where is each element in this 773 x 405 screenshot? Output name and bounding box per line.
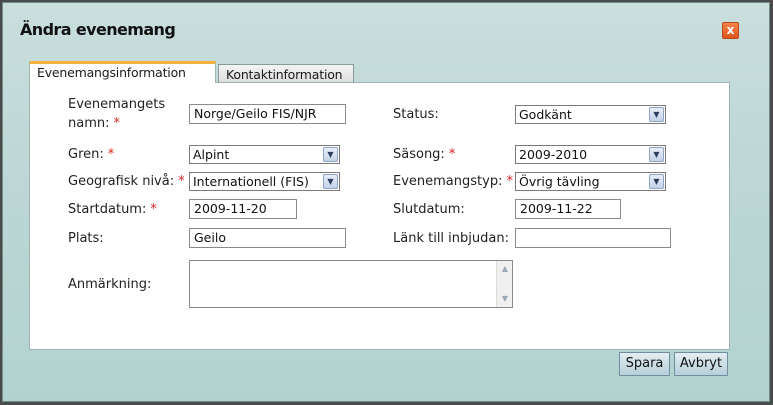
required-marker: * (448, 147, 456, 162)
textarea-scrollbar[interactable]: ▲ ▼ (496, 261, 512, 307)
chevron-down-icon: ▼ (649, 107, 664, 122)
sasong-select[interactable]: 2009-2010 ▼ (515, 145, 666, 164)
save-button[interactable]: Spara (619, 352, 670, 376)
sasong-label: Säsong: * (393, 145, 455, 164)
chevron-down-icon: ▼ (323, 174, 338, 189)
event-type-select[interactable]: Övrig tävling ▼ (515, 172, 666, 191)
required-marker: * (113, 116, 121, 131)
slutdatum-label: Slutdatum: (393, 202, 465, 217)
name-label-line1: Evenemangets (68, 97, 166, 112)
required-marker: * (506, 174, 513, 189)
status-select[interactable]: Godkänt ▼ (515, 105, 666, 124)
chevron-down-icon: ▼ (649, 147, 664, 162)
gren-label-text: Gren: (68, 147, 104, 162)
event-name-input[interactable]: Norge/Geilo FIS/NJR (189, 104, 346, 124)
chevron-down-icon: ▼ (323, 147, 338, 162)
sasong-label-text: Säsong: (393, 147, 445, 162)
start-date-input[interactable]: 2009-11-20 (189, 199, 297, 219)
status-label: Status: (393, 107, 439, 122)
gren-label: Gren: * (68, 145, 114, 164)
invitation-link-input[interactable] (515, 228, 671, 248)
anmarkning-label: Anmärkning: (68, 277, 152, 292)
scroll-down-icon[interactable]: ▼ (498, 292, 512, 306)
geo-value: Internationell (FIS) (193, 174, 309, 189)
startdatum-label: Startdatum: * (68, 200, 157, 219)
sasong-value: 2009-2010 (519, 147, 588, 162)
geo-label-text: Geografisk nivå: (68, 174, 175, 189)
status-value: Godkänt (519, 107, 572, 122)
chevron-down-icon: ▼ (649, 174, 664, 189)
form-content: Evenemangets namn: * Norge/Geilo FIS/NJR … (0, 0, 773, 405)
gren-select[interactable]: Alpint ▼ (189, 145, 340, 164)
plats-label: Plats: (68, 231, 104, 246)
required-marker: * (107, 147, 115, 162)
name-label-line2: namn: (68, 116, 110, 131)
typ-label: Evenemangstyp: * (393, 172, 513, 191)
gren-value: Alpint (193, 147, 230, 162)
geo-label: Geografisk nivå: * (68, 172, 185, 191)
geo-level-select[interactable]: Internationell (FIS) ▼ (189, 172, 340, 191)
name-label: Evenemangets namn: * (68, 95, 165, 133)
end-date-input[interactable]: 2009-11-22 (515, 199, 621, 219)
place-input[interactable]: Geilo (189, 228, 346, 248)
typ-label-text: Evenemangstyp: (393, 174, 503, 189)
startdatum-label-text: Startdatum: (68, 202, 147, 217)
remark-textarea[interactable]: ▲ ▼ (189, 260, 513, 308)
scroll-up-icon[interactable]: ▲ (498, 262, 512, 276)
typ-value: Övrig tävling (519, 174, 600, 189)
lank-label: Länk till inbjudan: (393, 231, 509, 246)
required-marker: * (150, 202, 157, 217)
required-marker: * (178, 174, 185, 189)
cancel-button[interactable]: Avbryt (674, 352, 728, 376)
